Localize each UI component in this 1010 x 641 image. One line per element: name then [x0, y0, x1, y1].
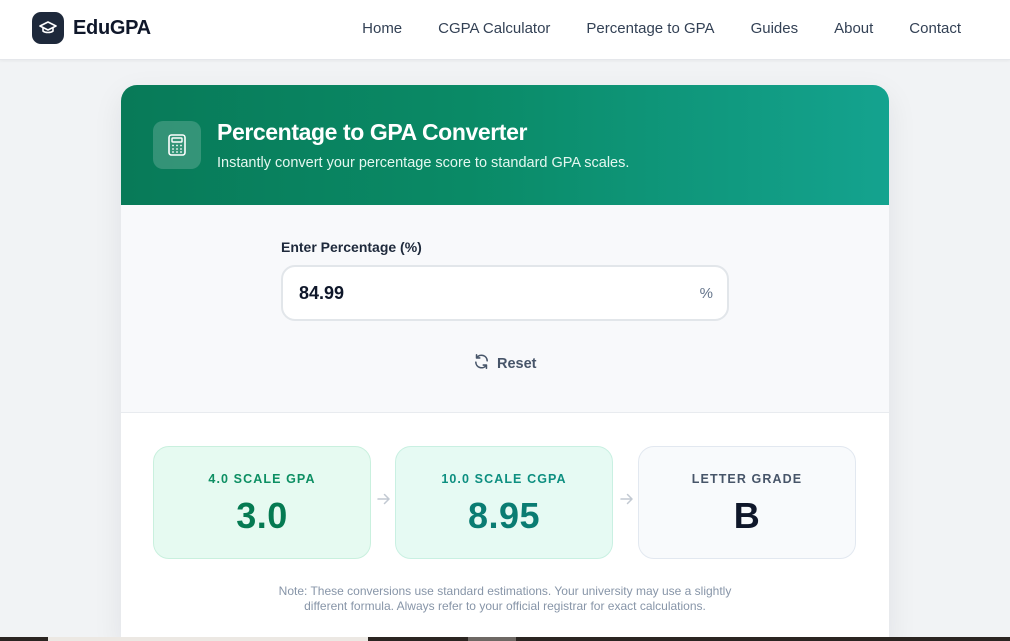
gpa-4-scale-card: 4.0 SCALE GPA 3.0 [153, 446, 371, 559]
calculator-icon [153, 121, 201, 169]
letter-grade-card: LETTER GRADE B [638, 446, 856, 559]
input-section: Enter Percentage (%) 84.99 % Reset [121, 205, 889, 413]
percentage-input[interactable]: 84.99 % [281, 265, 729, 321]
gpa-4-scale-label: 4.0 SCALE GPA [208, 472, 316, 486]
nav-cgpa-calculator[interactable]: CGPA Calculator [438, 20, 550, 37]
nav-guides[interactable]: Guides [751, 20, 799, 37]
converter-card: Percentage to GPA Converter Instantly co… [121, 85, 889, 641]
percentage-input-value[interactable]: 84.99 [299, 283, 344, 304]
converter-title: Percentage to GPA Converter [217, 119, 528, 145]
disclaimer-line-1: Note: These conversions use standard est… [278, 584, 732, 598]
percent-suffix: % [699, 285, 713, 302]
reset-label: Reset [497, 356, 537, 372]
cgpa-10-scale-value: 8.95 [467, 495, 541, 536]
gpa-4-scale-value: 3.0 [236, 495, 288, 536]
bottom-edge-segment [48, 637, 368, 641]
brand-name: EduGPA [73, 16, 151, 39]
nav-about[interactable]: About [834, 20, 873, 37]
bottom-edge-segment [468, 637, 516, 641]
converter-subtitle: Instantly convert your percentage score … [217, 155, 630, 171]
nav-contact[interactable]: Contact [909, 20, 961, 37]
refresh-icon [473, 353, 490, 375]
main-nav: Home CGPA Calculator Percentage to GPA G… [326, 20, 961, 37]
arrow-right-icon [377, 492, 391, 511]
cgpa-10-scale-label: 10.0 SCALE CGPA [441, 472, 567, 486]
nav-home[interactable]: Home [362, 20, 402, 37]
disclaimer-line-2: different formula. Always refer to your … [304, 599, 706, 613]
top-navigation-bar: EduGPA Home CGPA Calculator Percentage t… [0, 0, 1010, 60]
bottom-edge [0, 637, 1010, 641]
converter-header: Percentage to GPA Converter Instantly co… [121, 85, 889, 205]
cgpa-10-scale-card: 10.0 SCALE CGPA 8.95 [395, 446, 613, 559]
graduation-cap-icon [32, 12, 64, 44]
nav-percentage-to-gpa[interactable]: Percentage to GPA [586, 20, 714, 37]
results-section: 4.0 SCALE GPA 3.0 10.0 SCALE CGPA 8.95 L… [121, 414, 889, 641]
letter-grade-value: B [733, 495, 761, 536]
reset-button[interactable]: Reset [473, 353, 537, 375]
brand-link[interactable]: EduGPA [32, 12, 151, 44]
arrow-right-icon [620, 492, 634, 511]
disclaimer-note: Note: These conversions use standard est… [121, 584, 889, 614]
percentage-input-label: Enter Percentage (%) [281, 239, 422, 255]
letter-grade-label: LETTER GRADE [691, 472, 803, 486]
